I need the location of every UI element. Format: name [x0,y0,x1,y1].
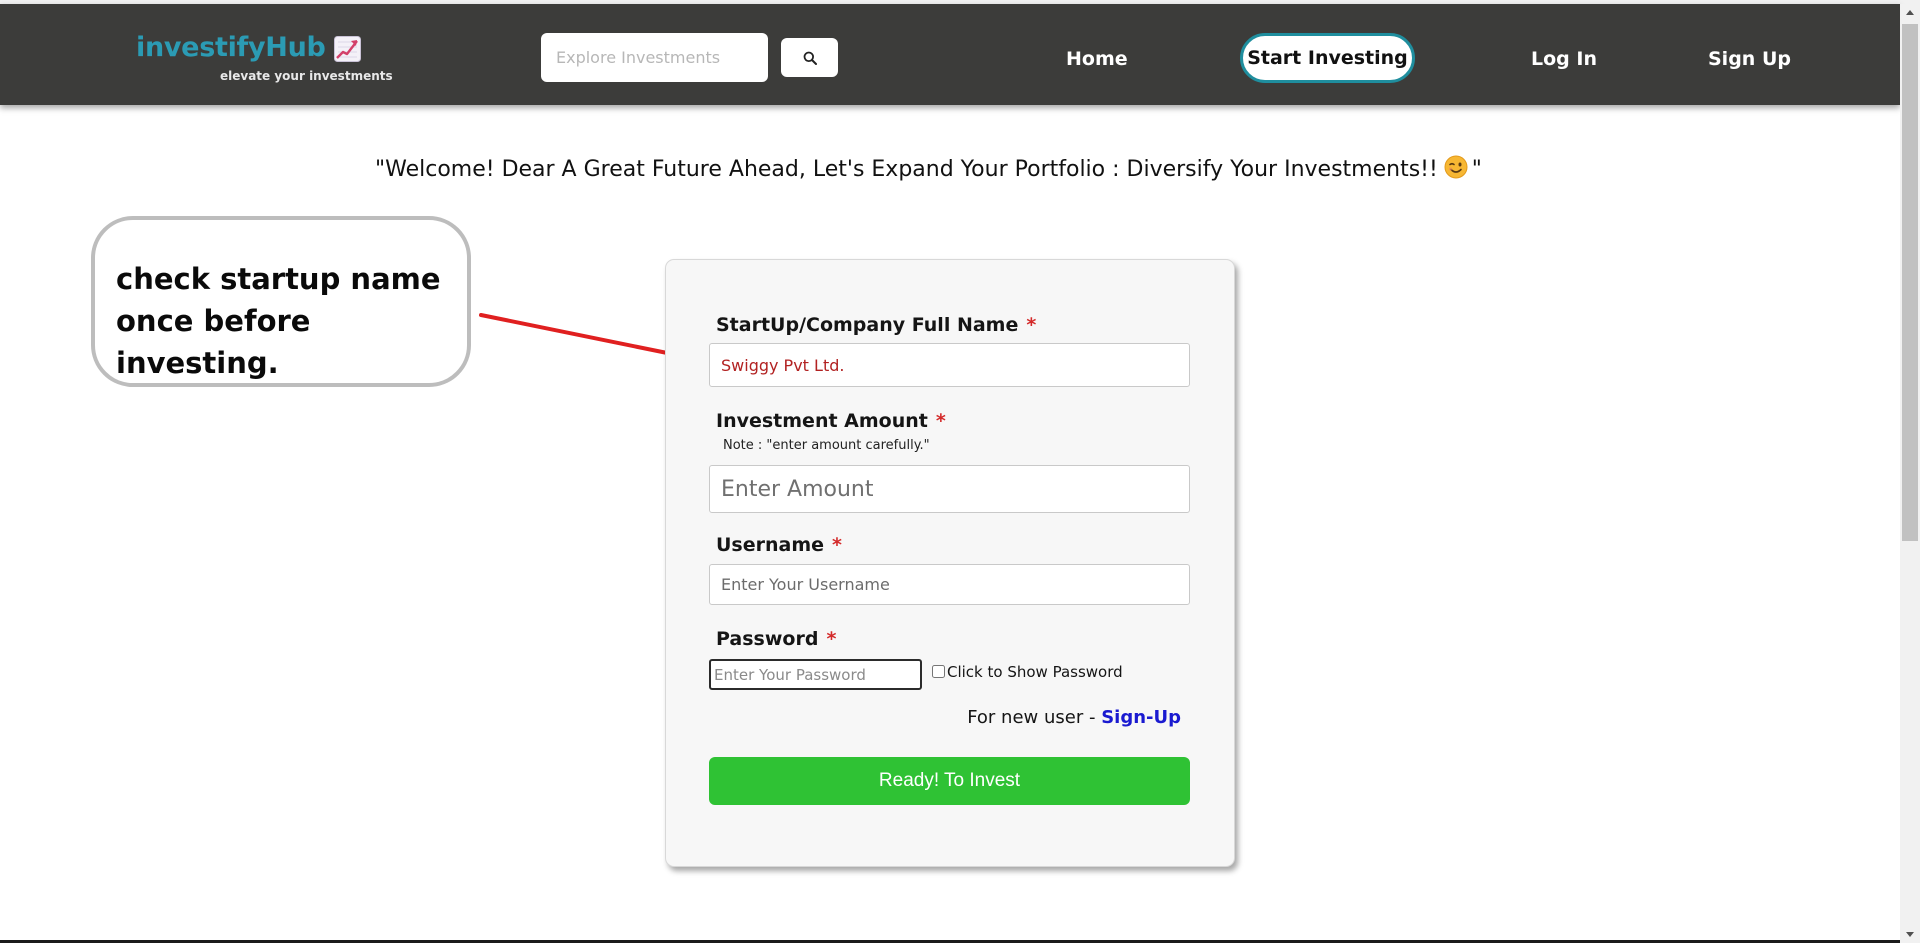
callout-bubble: check startup name once before investing… [91,216,471,387]
welcome-text: "Welcome! Dear A Great Future Ahead, Let… [375,157,1438,182]
required-marker: * [832,534,842,556]
welcome-closing-quote: " [1471,157,1482,182]
show-password-toggle[interactable]: Click to Show Password [932,663,1123,681]
required-marker: * [1026,314,1037,336]
password-label-text: Password [716,628,819,650]
page: investifyHub elevate your investments Ho… [0,0,1920,943]
username-label: Username * [716,534,842,556]
username-label-text: Username [716,534,825,556]
search-input[interactable] [541,33,768,82]
tagline: elevate your investments [220,69,393,83]
investment-amount-field[interactable] [709,465,1190,513]
page-scrollbar[interactable] [1900,4,1920,943]
welcome-message: "Welcome! Dear A Great Future Ahead, Let… [375,155,1482,182]
signup-link[interactable]: Sign-Up [1101,707,1181,728]
scroll-up-arrow-icon[interactable] [1906,10,1914,15]
winking-face-icon [1444,155,1468,179]
show-password-checkbox[interactable] [932,665,945,678]
company-name-label: StartUp/Company Full Name * [716,314,1036,336]
new-user-text: For new user - [967,707,1096,728]
callout-text: check startup name once before investing… [116,262,441,380]
new-user-prompt: For new user - Sign-Up [967,707,1181,728]
nav-login-link[interactable]: Log In [1531,48,1597,70]
nav-signup-link[interactable]: Sign Up [1708,48,1791,70]
magnifier-icon [803,51,817,65]
navbar: investifyHub elevate your investments Ho… [0,4,1900,105]
search-button[interactable] [781,38,838,77]
required-marker: * [826,628,837,650]
amount-note: Note : "enter amount carefully." [723,438,930,453]
chart-increasing-icon [333,36,361,62]
required-marker: * [935,410,946,432]
username-field[interactable] [709,564,1190,605]
nav-home-link[interactable]: Home [1066,48,1128,70]
show-password-label: Click to Show Password [947,663,1123,681]
scroll-down-arrow-icon[interactable] [1906,932,1914,937]
invest-submit-button[interactable]: Ready! To Invest [709,757,1190,805]
password-label: Password * [716,628,836,650]
investment-amount-label-text: Investment Amount [716,410,928,432]
scrollbar-thumb[interactable] [1902,24,1918,541]
investment-amount-label: Investment Amount * [716,410,946,432]
invest-form: StartUp/Company Full Name * Investment Am… [665,259,1235,867]
brand-logo[interactable]: investifyHub [136,32,361,72]
company-name-label-text: StartUp/Company Full Name [716,314,1019,336]
start-investing-button[interactable]: Start Investing [1240,33,1415,83]
password-field[interactable] [709,659,922,690]
company-name-field[interactable] [709,343,1190,387]
brand-name: investifyHub [136,32,326,63]
